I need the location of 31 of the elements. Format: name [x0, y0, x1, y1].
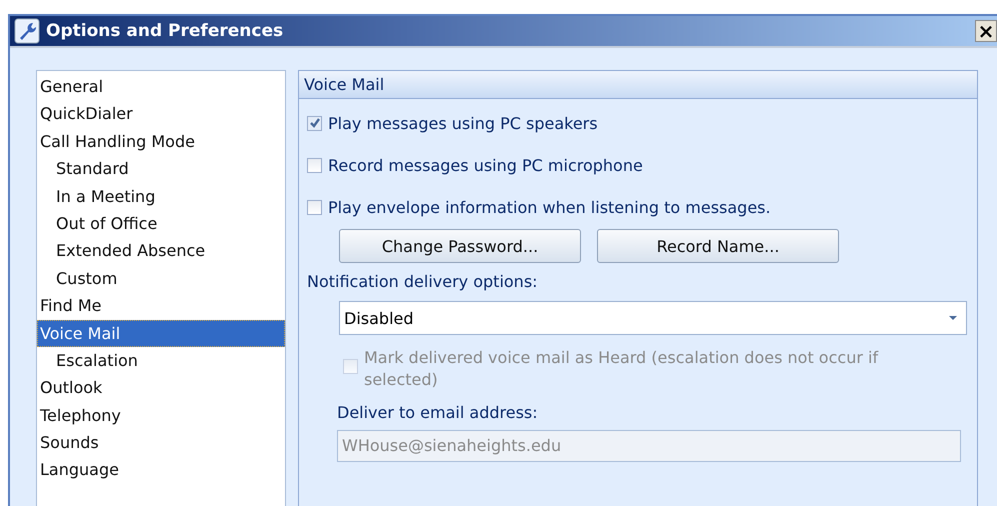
- notification-label: Notification delivery options:: [307, 272, 539, 291]
- category-item[interactable]: Standard: [37, 155, 285, 183]
- close-button[interactable]: ×: [975, 20, 997, 42]
- checkbox-label: Play envelope information when listening to messages.: [328, 198, 771, 216]
- checkbox-label: Record messages using PC microphone: [328, 156, 643, 174]
- checkbox[interactable]: [307, 200, 322, 214]
- category-item[interactable]: General: [37, 73, 285, 100]
- checkbox-label: Play messages using PC speakers: [328, 114, 598, 132]
- category-item[interactable]: Outlook: [37, 374, 285, 402]
- category-item[interactable]: Call Handling Mode: [37, 128, 285, 156]
- notification-dropdown[interactable]: Disabled: [339, 301, 967, 335]
- category-item[interactable]: Out of Office: [37, 210, 285, 238]
- checkbox[interactable]: [307, 116, 322, 130]
- email-label: Deliver to email address:: [337, 403, 539, 422]
- category-item[interactable]: Telephony: [37, 402, 285, 430]
- wrench-icon: [14, 18, 40, 44]
- panel-header: Voice Mail: [299, 71, 977, 99]
- category-item[interactable]: Sounds: [37, 429, 285, 456]
- category-item[interactable]: Escalation: [37, 346, 285, 374]
- category-item[interactable]: Find Me: [37, 292, 285, 320]
- category-item[interactable]: Extended Absence: [37, 237, 285, 265]
- category-item[interactable]: Voice Mail: [37, 320, 285, 347]
- category-item[interactable]: In a Meeting: [37, 182, 285, 210]
- category-item[interactable]: Language: [37, 456, 285, 484]
- category-item[interactable]: Custom: [37, 264, 285, 292]
- dialog-button[interactable]: Change Password...: [339, 229, 581, 263]
- dropdown-arrow-icon: [948, 315, 958, 321]
- dialog-button[interactable]: Record Name...: [597, 229, 839, 263]
- category-item[interactable]: QuickDialer: [37, 100, 285, 128]
- window-title: Options and Preferences: [46, 21, 284, 41]
- checkbox[interactable]: [307, 158, 322, 172]
